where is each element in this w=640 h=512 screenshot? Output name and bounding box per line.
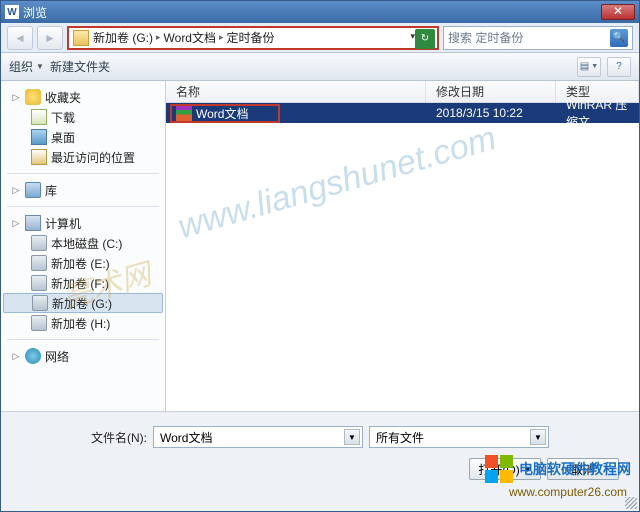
tree-drive-f[interactable]: 新加卷 (F:) [3,273,163,293]
desktop-icon [31,129,47,145]
star-icon [25,89,41,105]
nav-row: ◄ ► 新加卷 (G:) ▸ Word文档 ▸ 定时备份 ▾ ↻ 搜索 定时备份… [1,23,639,53]
chevron-down-icon[interactable]: ▼ [530,429,546,445]
chevron-right-icon: ▸ [219,32,224,43]
help-button[interactable]: ? [607,57,631,77]
drive-icon [32,295,48,311]
address-bar[interactable]: 新加卷 (G:) ▸ Word文档 ▸ 定时备份 ▾ ↻ [67,26,439,50]
forward-button[interactable]: ► [37,26,63,50]
tree-favorites[interactable]: ▷收藏夹 [3,87,163,107]
chevron-down-icon[interactable]: ▼ [344,429,360,445]
folder-icon [73,30,89,46]
file-row[interactable]: Word文档 2018/3/15 10:22 WinRAR 压缩文 [166,103,639,123]
brand-text: 电脑软硬件教程网 [519,459,631,479]
tree-computer[interactable]: ▷计算机 [3,213,163,233]
file-list: 名称 修改日期 类型 Word文档 2018/3/15 10:22 WinRAR… [166,81,639,411]
filename-input[interactable]: Word文档 ▼ [153,426,363,448]
recent-icon [31,149,47,165]
network-icon [25,348,41,364]
filetype-select[interactable]: 所有文件 ▼ [369,426,549,448]
breadcrumb-seg-1[interactable]: 新加卷 (G:) [93,28,153,48]
search-placeholder: 搜索 定时备份 [448,29,523,46]
computer-icon [25,215,41,231]
rar-icon [176,105,192,121]
windows-logo-icon [485,455,513,483]
drive-icon [31,235,47,251]
new-folder-button[interactable]: 新建文件夹 [50,58,110,75]
drive-icon [31,255,47,271]
brand-overlay: 电脑软硬件教程网 [485,455,631,483]
toolbar: 组织▼ 新建文件夹 ▤▼ ? [1,53,639,81]
tree-network[interactable]: ▷网络 [3,346,163,366]
search-icon[interactable]: 🔍 [610,29,628,47]
search-input[interactable]: 搜索 定时备份 🔍 [443,26,633,50]
tree-downloads[interactable]: 下载 [3,107,163,127]
tree-libraries[interactable]: ▷库 [3,180,163,200]
tree-drive-h[interactable]: 新加卷 (H:) [3,313,163,333]
dialog-body: ▷收藏夹 下载 桌面 最近访问的位置 ▷库 ▷计算机 本地磁盘 (C:) 新加卷… [1,81,639,411]
brand-url: www.computer26.com [509,485,627,499]
file-name-cell: Word文档 [166,105,426,122]
tree-drive-g[interactable]: 新加卷 (G:) [3,293,163,313]
chevron-right-icon: ▸ [156,32,161,43]
back-button[interactable]: ◄ [7,26,33,50]
library-icon [25,182,41,198]
col-modified[interactable]: 修改日期 [426,81,556,102]
breadcrumb-seg-3[interactable]: 定时备份 [227,28,275,48]
window-title: 浏览 [23,4,601,21]
organize-menu[interactable]: 组织▼ [9,58,44,75]
breadcrumb-seg-2[interactable]: Word文档 [164,28,216,48]
tree-drive-e[interactable]: 新加卷 (E:) [3,253,163,273]
tree-drive-c[interactable]: 本地磁盘 (C:) [3,233,163,253]
filename-label: 文件名(N): [81,429,147,446]
download-icon [31,109,47,125]
view-options-button[interactable]: ▤▼ [577,57,601,77]
app-icon: W [5,5,19,19]
nav-tree: ▷收藏夹 下载 桌面 最近访问的位置 ▷库 ▷计算机 本地磁盘 (C:) 新加卷… [1,81,166,411]
close-button[interactable]: ✕ [601,4,635,20]
drive-icon [31,275,47,291]
tree-desktop[interactable]: 桌面 [3,127,163,147]
drive-icon [31,315,47,331]
titlebar: W 浏览 ✕ [1,1,639,23]
file-type-cell: WinRAR 压缩文 [556,96,639,130]
col-name[interactable]: 名称 [166,81,426,102]
tree-recent[interactable]: 最近访问的位置 [3,147,163,167]
browse-dialog: W 浏览 ✕ ◄ ► 新加卷 (G:) ▸ Word文档 ▸ 定时备份 ▾ ↻ … [0,0,640,512]
file-date-cell: 2018/3/15 10:22 [426,106,556,120]
resize-grip[interactable] [625,497,637,509]
refresh-button[interactable]: ↻ [415,29,435,49]
